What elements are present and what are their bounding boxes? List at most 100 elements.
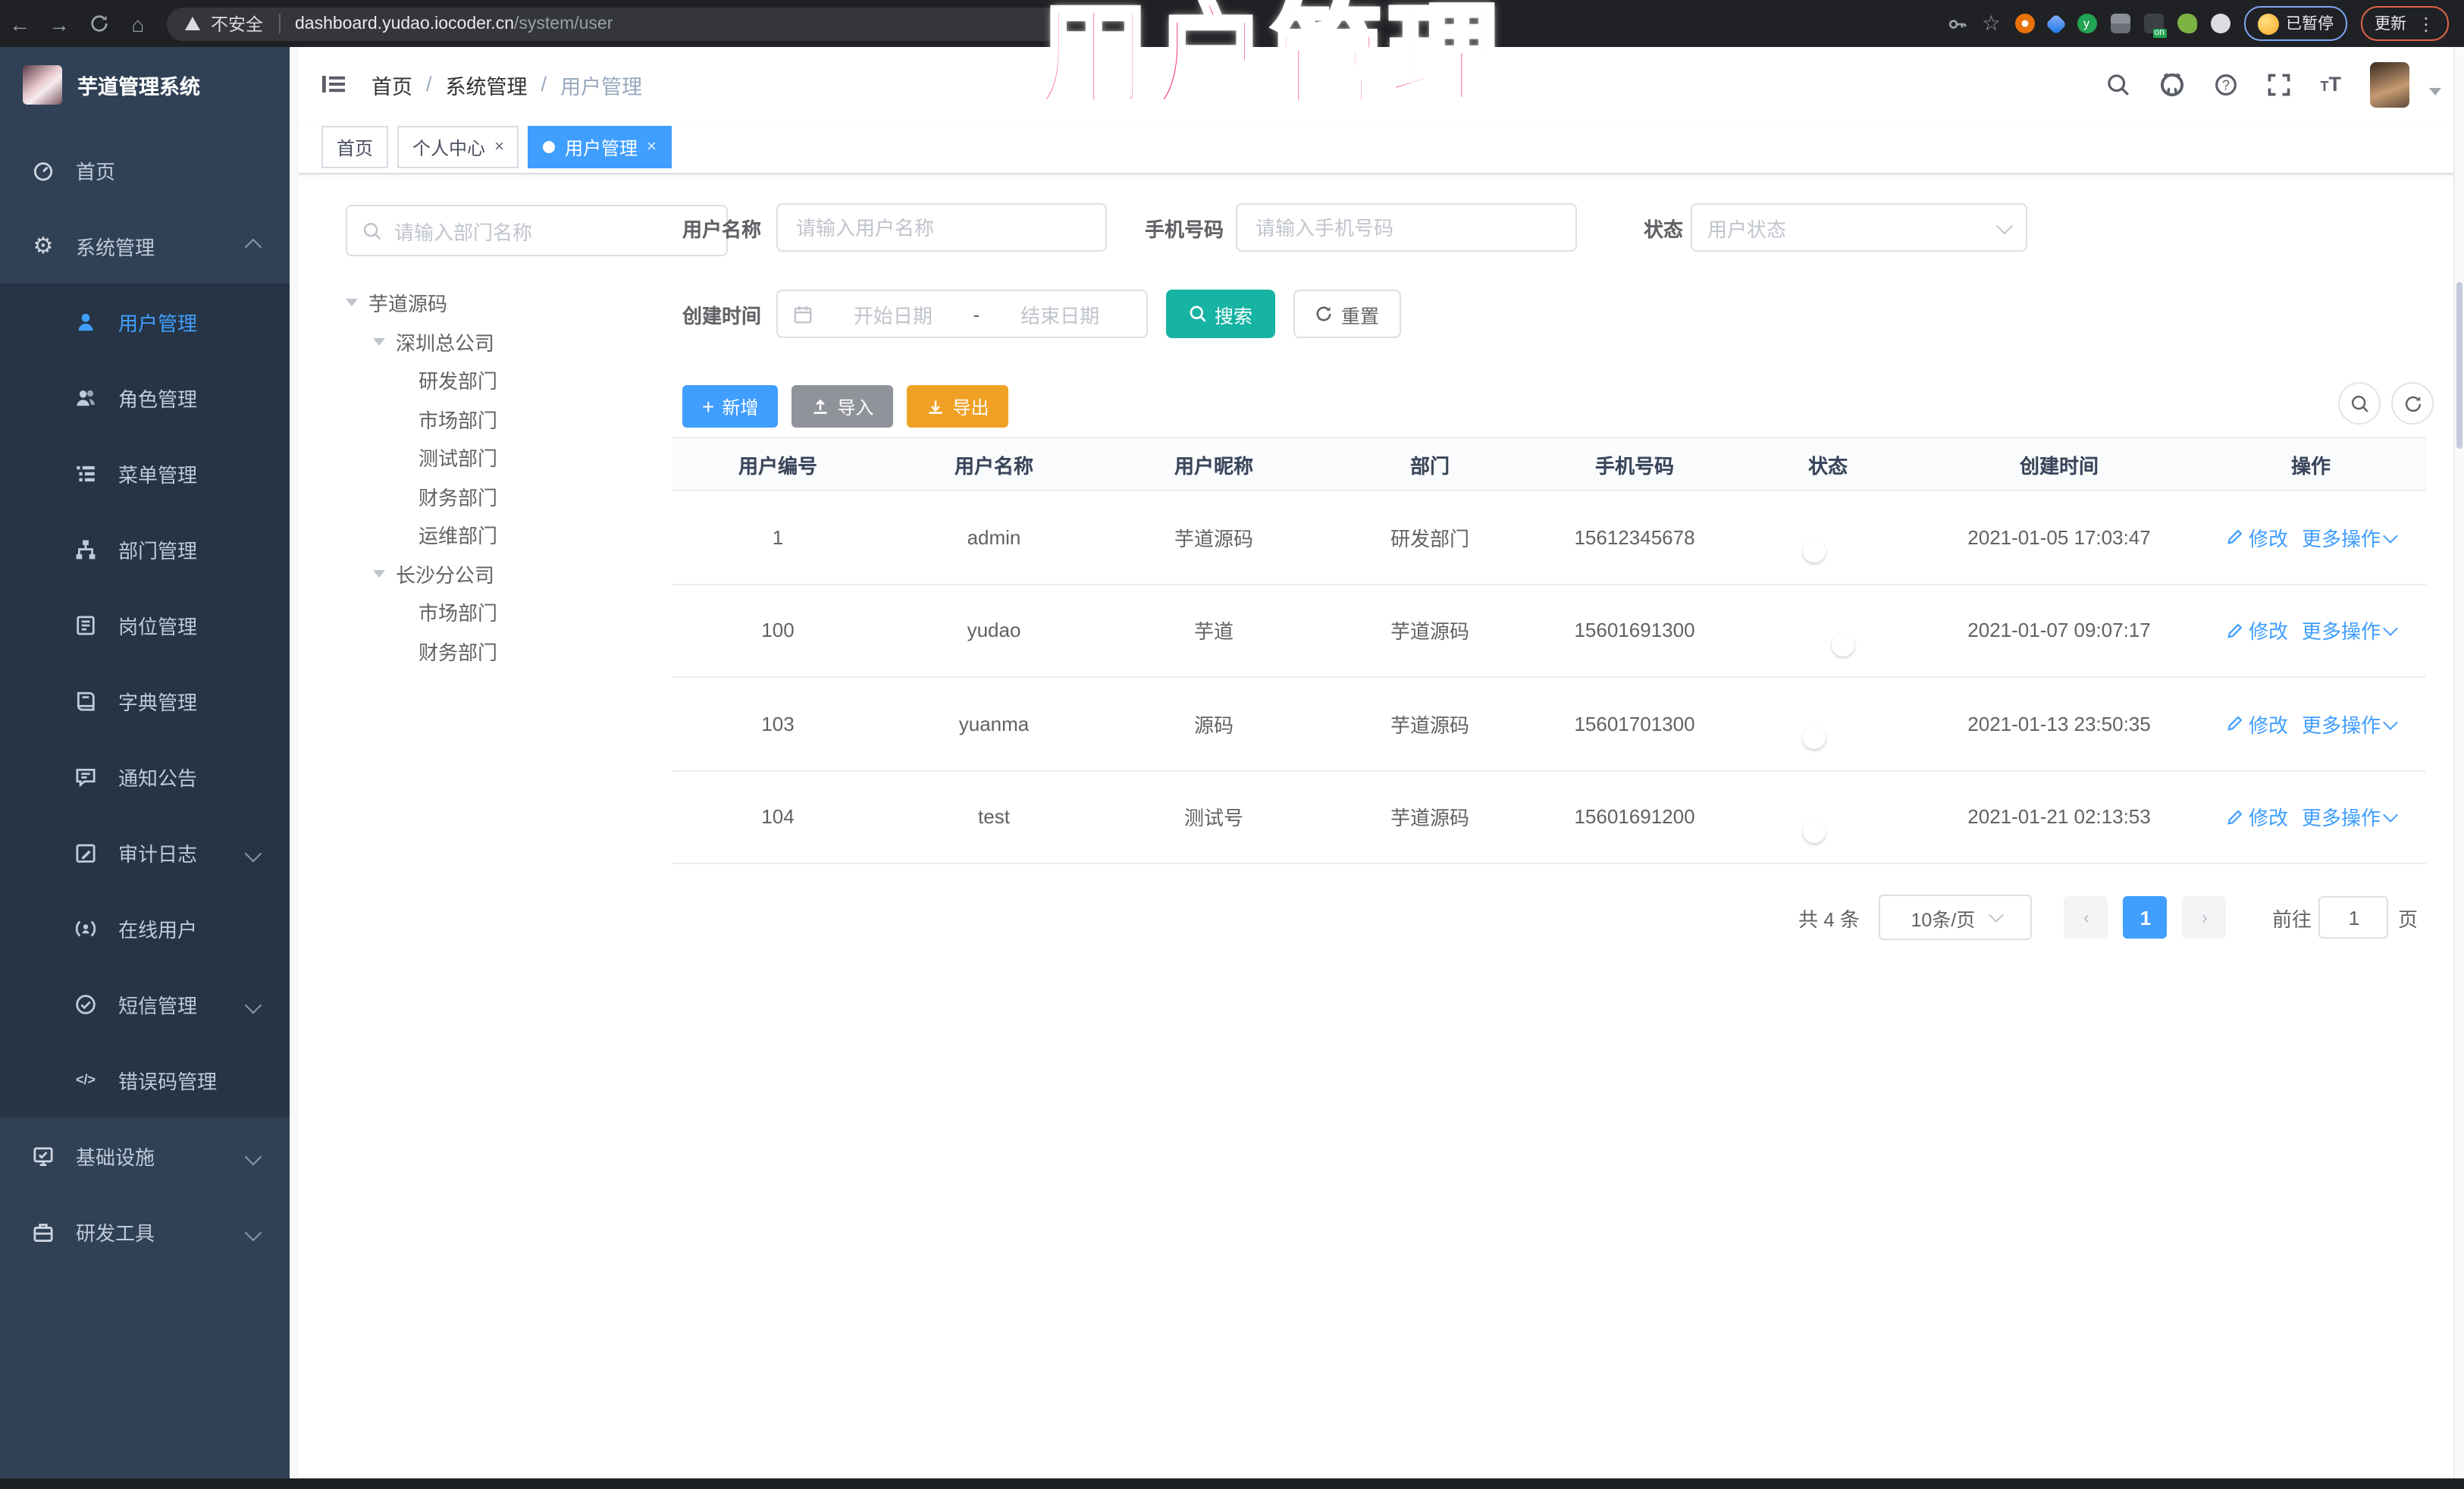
chevron-down-icon — [2383, 807, 2398, 823]
username-input[interactable] — [776, 203, 1107, 252]
import-button[interactable]: 导入 — [792, 385, 894, 428]
pencil-icon — [2227, 716, 2243, 732]
app-logo[interactable]: 芋道管理系统 — [0, 47, 290, 121]
page-size-select[interactable]: 10条/页 — [1879, 895, 2033, 940]
mobile-input[interactable] — [1236, 203, 1577, 252]
breadcrumb-system[interactable]: 系统管理 — [446, 69, 528, 99]
next-page-button[interactable]: › — [2182, 896, 2227, 939]
sidebar-item-menu-management[interactable]: 菜单管理 — [0, 435, 290, 511]
tab-个人中心[interactable]: 个人中心 × — [397, 126, 519, 168]
sidebar-item-dict-management[interactable]: 字典管理 — [0, 663, 290, 738]
profile-paused-badge[interactable]: 已暂停 — [2243, 6, 2347, 41]
header-search-icon[interactable] — [2107, 72, 2131, 96]
expand-caret-icon[interactable] — [373, 337, 385, 346]
sidebar-item-audit-log[interactable]: 审计日志 — [0, 814, 290, 890]
dept-tree-node[interactable]: 长沙分公司 — [346, 554, 694, 593]
add-button[interactable]: + 新增 — [682, 385, 779, 428]
font-size-icon[interactable]: TT — [2321, 71, 2342, 98]
more-actions[interactable]: 更多操作 — [2302, 803, 2398, 832]
devtools-icon — [30, 1220, 56, 1243]
edit-action[interactable]: 修改 — [2226, 710, 2288, 738]
sidebar-item-user-management[interactable]: 用户管理 — [0, 284, 290, 359]
browser-update-button[interactable]: 更新 ⋮ — [2361, 6, 2449, 41]
search-button[interactable]: 搜索 — [1166, 290, 1275, 338]
sidebar-item-online-users[interactable]: 在线用户 — [0, 890, 290, 966]
sidebar-item-post-management[interactable]: 岗位管理 — [0, 587, 290, 663]
more-actions[interactable]: 更多操作 — [2302, 616, 2398, 645]
browser-menu-icon[interactable]: ⋮ — [2417, 13, 2435, 34]
extension-gem-icon[interactable] — [2044, 12, 2067, 35]
sidebar-item-notice-announcement[interactable]: 通知公告 — [0, 738, 290, 814]
current-page-button[interactable]: 1 — [2123, 896, 2168, 939]
dept-tree-node[interactable]: 财务部门 — [346, 632, 694, 670]
sidebar-menu: 首页 ⚙ 系统管理 用户管理 角色管理 菜单管理部门管理岗位管理 字典管理 通知公告 审计日志在… — [0, 121, 290, 1269]
address-bar[interactable]: 不安全 dashboard.yudao.iocoder.cn/system/us… — [167, 7, 1061, 40]
sidebar-scrollbar[interactable] — [290, 47, 299, 1478]
refresh-table-button[interactable] — [2391, 382, 2434, 425]
extension-green-icon[interactable]: y — [2077, 14, 2096, 33]
sidebar-item-error-code-management[interactable]: </> 错误码管理 — [0, 1042, 290, 1118]
dept-tree-node[interactable]: 财务部门 — [346, 477, 694, 516]
dept-tree-node[interactable]: 运维部门 — [346, 516, 694, 554]
dept-tree-node[interactable]: 测试部门 — [346, 438, 694, 477]
dept-tree-node[interactable]: 市场部门 — [346, 593, 694, 632]
tab-用户管理[interactable]: 用户管理 × — [528, 126, 672, 168]
announcement-icon — [73, 765, 99, 788]
breadcrumb-home[interactable]: 首页 — [371, 69, 412, 99]
sidebar-item-home[interactable]: 首页 — [0, 132, 290, 208]
scrollbar-thumb[interactable] — [2456, 282, 2462, 449]
header-actions: ? TT — [2107, 61, 2464, 107]
browser-back-icon[interactable]: ← — [0, 11, 39, 36]
dept-tree-node[interactable]: 深圳总公司 — [346, 322, 694, 361]
sidebar-item-sms-management[interactable]: 短信管理 — [0, 966, 290, 1042]
sidebar-item-label: 部门管理 — [118, 539, 198, 562]
sidebar-item-system-management[interactable]: ⚙ 系统管理 — [0, 208, 290, 284]
close-tab-icon[interactable]: × — [494, 138, 504, 156]
github-icon[interactable] — [2160, 71, 2186, 97]
toggle-knob-icon — [1802, 540, 1825, 563]
extensions-puzzle-icon[interactable] — [2210, 14, 2230, 33]
edit-action[interactable]: 修改 — [2226, 803, 2288, 832]
fullscreen-icon[interactable] — [2268, 72, 2292, 96]
expand-caret-icon[interactable] — [373, 569, 385, 578]
sidebar-item-dept-management[interactable]: 部门管理 — [0, 511, 290, 587]
expand-caret-icon[interactable] — [346, 299, 358, 307]
goto-page-input[interactable] — [2318, 896, 2389, 939]
extension-orange-icon[interactable] — [2014, 14, 2034, 33]
dept-tree-node[interactable]: 市场部门 — [346, 400, 694, 438]
dept-tree-node[interactable]: 芋道源码 — [346, 284, 694, 322]
key-icon[interactable] — [1947, 13, 1968, 34]
user-avatar[interactable] — [2370, 61, 2409, 107]
extension-on-icon[interactable]: on — [2143, 14, 2166, 38]
browser-home-icon[interactable]: ⌂ — [118, 11, 158, 36]
status-select[interactable]: 用户状态 — [1691, 203, 2027, 252]
more-actions[interactable]: 更多操作 — [2302, 710, 2398, 738]
sidebar-item-dev-tools[interactable]: 研发工具 — [0, 1193, 290, 1269]
show-search-button[interactable] — [2338, 382, 2381, 425]
browser-reload-icon[interactable] — [79, 14, 118, 33]
pencil-icon — [2227, 810, 2243, 825]
refresh-icon — [1317, 306, 1332, 321]
user-menu-caret-icon[interactable] — [2429, 88, 2441, 96]
export-button[interactable]: 导出 — [907, 385, 1009, 428]
prev-page-button[interactable]: ‹ — [2064, 896, 2108, 939]
close-tab-icon[interactable]: × — [647, 138, 657, 156]
browser-forward-icon[interactable]: → — [39, 11, 79, 36]
createtime-range-picker[interactable]: 开始日期 - 结束日期 — [776, 290, 1148, 338]
sidebar-item-infrastructure[interactable]: 基础设施 — [0, 1118, 290, 1193]
book-icon — [73, 689, 99, 712]
collapse-sidebar-icon[interactable] — [321, 73, 346, 96]
extension-plant-icon[interactable] — [2177, 14, 2196, 33]
extension-grid-icon[interactable] — [2110, 14, 2130, 33]
edit-action[interactable]: 修改 — [2226, 616, 2288, 645]
edit-action[interactable]: 修改 — [2226, 523, 2288, 552]
reset-button[interactable]: 重置 — [1293, 290, 1401, 338]
tab-首页[interactable]: 首页 — [321, 126, 389, 168]
page-scrollbar[interactable] — [2453, 47, 2464, 1478]
sidebar-item-role-management[interactable]: 角色管理 — [0, 359, 290, 435]
table-row: 104 test 测试号 芋道源码 15601691200 2021-01-21 02:1… — [672, 771, 2426, 864]
help-icon[interactable]: ? — [2215, 72, 2239, 96]
bookmark-star-icon[interactable]: ☆ — [1982, 11, 2001, 36]
more-actions[interactable]: 更多操作 — [2302, 523, 2398, 552]
dept-tree-node[interactable]: 研发部门 — [346, 361, 694, 400]
